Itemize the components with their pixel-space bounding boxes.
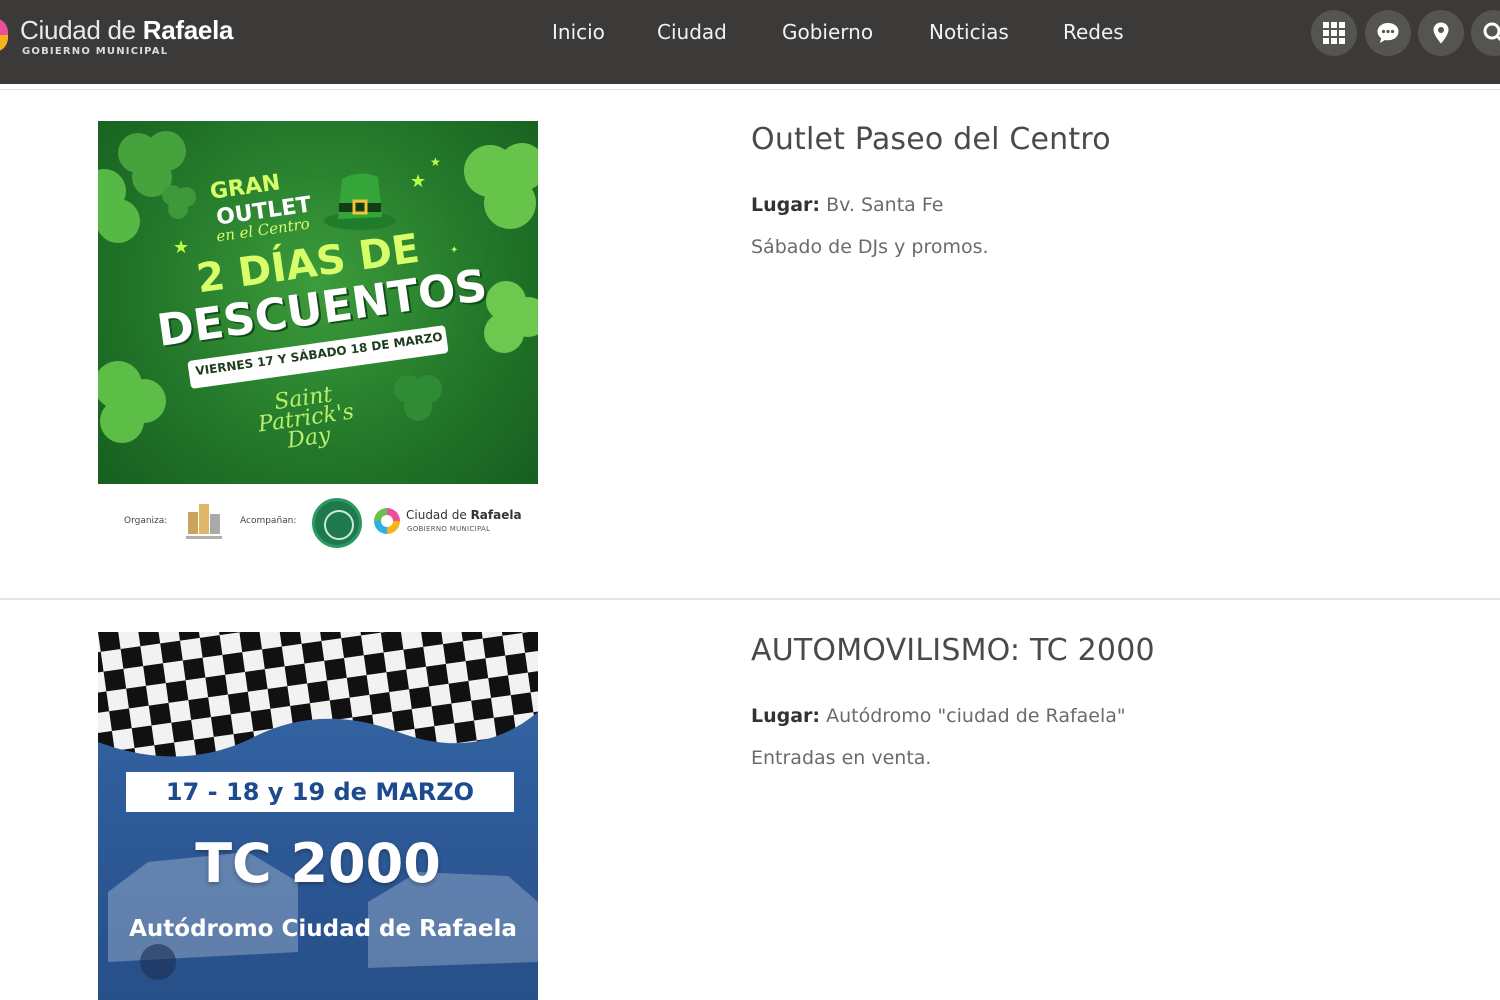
sponsor-city-name: Ciudad de Rafaela xyxy=(406,508,522,522)
clover-icon xyxy=(98,169,140,243)
site-logo-subtitle: GOBIERNO MUNICIPAL xyxy=(22,46,169,57)
star-icon: ✦ xyxy=(450,245,459,256)
checkered-flag-icon xyxy=(98,632,538,757)
acompanan-label: Acompañan: xyxy=(240,516,297,526)
flyer-headline-text: TC 2000 xyxy=(195,832,441,895)
map-pin-icon xyxy=(1433,22,1449,44)
sponsor-city-regular: Ciudad de xyxy=(406,508,467,522)
tc2000-flyer-image[interactable]: 17 - 18 y 19 de MARZO TC 2000 Autódromo … xyxy=(98,632,538,1000)
chamber-badge-icon xyxy=(312,498,362,548)
star-icon: ★ xyxy=(173,237,190,258)
site-logo-title[interactable]: Ciudad de Rafaela xyxy=(20,15,233,46)
event-title[interactable]: Outlet Paseo del Centro xyxy=(751,122,1111,157)
event-divider xyxy=(0,598,1500,600)
city-logo-icon[interactable] xyxy=(0,18,8,52)
logo-title-bold: Rafaela xyxy=(142,15,234,45)
apps-button[interactable] xyxy=(1311,10,1357,56)
organiza-label: Organiza: xyxy=(124,516,168,526)
flyer-saint-patricks-text: Saint Patrick's Day xyxy=(254,382,358,456)
nav-item-inicio[interactable]: Inicio xyxy=(552,20,605,48)
logo-title-regular: Ciudad de xyxy=(20,15,136,45)
clover-icon xyxy=(162,185,196,219)
sponsor-city-subtitle: GOBIERNO MUNICIPAL xyxy=(407,525,491,533)
outlet-flyer-image[interactable]: ★ ★ ★ ✦ GRAN OUTLET en el Centro 2 DÍAS … xyxy=(98,121,538,484)
event-place: Lugar: Autódromo "ciudad de Rafaela" xyxy=(751,705,1126,727)
map-button[interactable] xyxy=(1418,10,1464,56)
event-place: Lugar: Bv. Santa Fe xyxy=(751,194,943,216)
clover-icon xyxy=(464,143,538,229)
flyer-sponsor-strip: Organiza: Acompañan: Ciudad de Rafaela G… xyxy=(98,494,538,554)
event-description: Sábado de DJs y promos. xyxy=(751,236,989,258)
nav-item-gobierno[interactable]: Gobierno xyxy=(782,20,873,48)
event-place-value: Autódromo "ciudad de Rafaela" xyxy=(826,705,1126,727)
sponsor-city-bold: Rafaela xyxy=(470,508,522,522)
flyer-dates-text: 17 - 18 y 19 de MARZO xyxy=(165,778,475,806)
event-title[interactable]: AUTOMOVILISMO: TC 2000 xyxy=(751,633,1155,668)
event-place-label: Lugar: xyxy=(751,194,821,216)
flyer-venue-text: Autódromo Ciudad de Rafaela xyxy=(129,916,517,942)
nav-item-redes[interactable]: Redes xyxy=(1063,20,1124,48)
star-icon: ★ xyxy=(410,171,427,192)
search-button[interactable] xyxy=(1471,10,1500,56)
nav-item-noticias[interactable]: Noticias xyxy=(929,20,1009,48)
event-place-value: Bv. Santa Fe xyxy=(826,194,944,216)
header-divider xyxy=(0,89,1500,90)
search-icon xyxy=(1483,22,1500,42)
paseo-centro-logo-icon xyxy=(186,504,222,539)
chat-bubble-icon xyxy=(1377,23,1399,43)
clover-icon xyxy=(394,375,442,421)
top-navigation-bar: Ciudad de Rafaela GOBIERNO MUNICIPAL Ini… xyxy=(0,0,1500,84)
chat-button[interactable] xyxy=(1365,10,1411,56)
event-place-label: Lugar: xyxy=(751,705,821,727)
nav-item-ciudad[interactable]: Ciudad xyxy=(657,20,727,48)
city-logo-ring-icon xyxy=(374,508,400,534)
apps-grid-icon xyxy=(1323,22,1345,44)
star-icon: ★ xyxy=(430,155,441,169)
clover-icon xyxy=(98,361,166,443)
event-description: Entradas en venta. xyxy=(751,747,932,769)
leprechaun-hat-icon xyxy=(324,173,396,230)
